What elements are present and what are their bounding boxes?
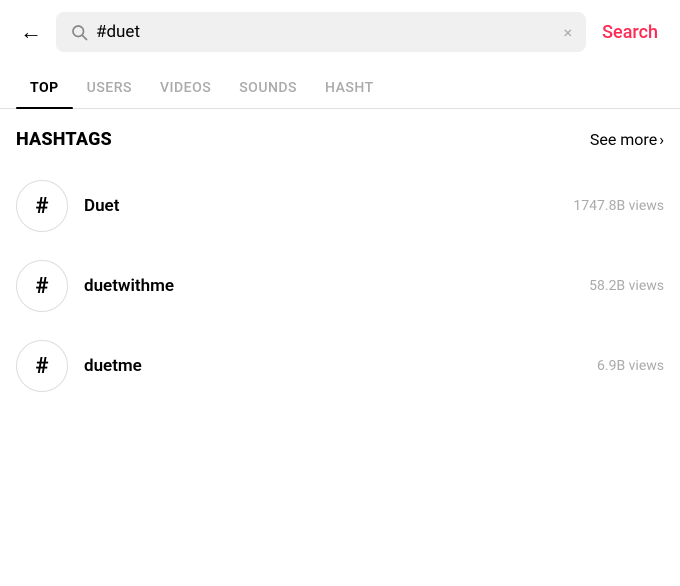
search-icon: [70, 23, 88, 41]
see-more-button[interactable]: See more ›: [590, 130, 664, 149]
hashtag-views: 6.9B views: [597, 358, 664, 374]
tab-users[interactable]: USERS: [73, 68, 146, 108]
see-more-label: See more: [590, 130, 657, 149]
tabs-bar: TOP USERS VIDEOS SOUNDS HASHT: [0, 68, 680, 109]
hashtag-info: duetme: [84, 356, 581, 376]
chevron-right-icon: ›: [659, 130, 664, 149]
hashtag-icon-circle: #: [16, 260, 68, 312]
hashtag-info: duetwithme: [84, 276, 573, 296]
clear-button[interactable]: ×: [564, 23, 573, 42]
hashtag-icon-circle: #: [16, 180, 68, 232]
back-button[interactable]: ←: [16, 15, 46, 49]
search-bar[interactable]: #duet ×: [56, 12, 586, 52]
hashtag-name: duetwithme: [84, 276, 573, 296]
hashtag-symbol-icon: #: [35, 354, 48, 379]
hashtag-symbol-icon: #: [35, 274, 48, 299]
hashtags-section-header: HASHTAGS See more ›: [16, 129, 664, 150]
hashtag-symbol-icon: #: [35, 194, 48, 219]
hashtag-info: Duet: [84, 196, 557, 216]
hashtag-name: duetme: [84, 356, 581, 376]
hashtag-item[interactable]: # Duet 1747.8B views: [16, 166, 664, 246]
tab-top[interactable]: TOP: [16, 68, 73, 108]
tab-sounds[interactable]: SOUNDS: [225, 68, 311, 108]
hashtag-item[interactable]: # duetwithme 58.2B views: [16, 246, 664, 326]
search-button[interactable]: Search: [596, 18, 664, 47]
search-input[interactable]: #duet: [96, 22, 556, 42]
header: ← #duet × Search: [0, 0, 680, 64]
tab-hashtags[interactable]: HASHT: [311, 68, 388, 108]
hashtag-views: 1747.8B views: [573, 198, 664, 214]
back-arrow-icon: ←: [20, 19, 42, 45]
hashtag-name: Duet: [84, 196, 557, 216]
tab-videos[interactable]: VIDEOS: [146, 68, 225, 108]
hashtag-icon-circle: #: [16, 340, 68, 392]
main-content: HASHTAGS See more › # Duet 1747.8B views…: [0, 109, 680, 406]
hashtag-item[interactable]: # duetme 6.9B views: [16, 326, 664, 406]
hashtag-list: # Duet 1747.8B views # duetwithme 58.2B …: [16, 166, 664, 406]
hashtags-title: HASHTAGS: [16, 129, 112, 150]
hashtag-views: 58.2B views: [589, 278, 664, 294]
